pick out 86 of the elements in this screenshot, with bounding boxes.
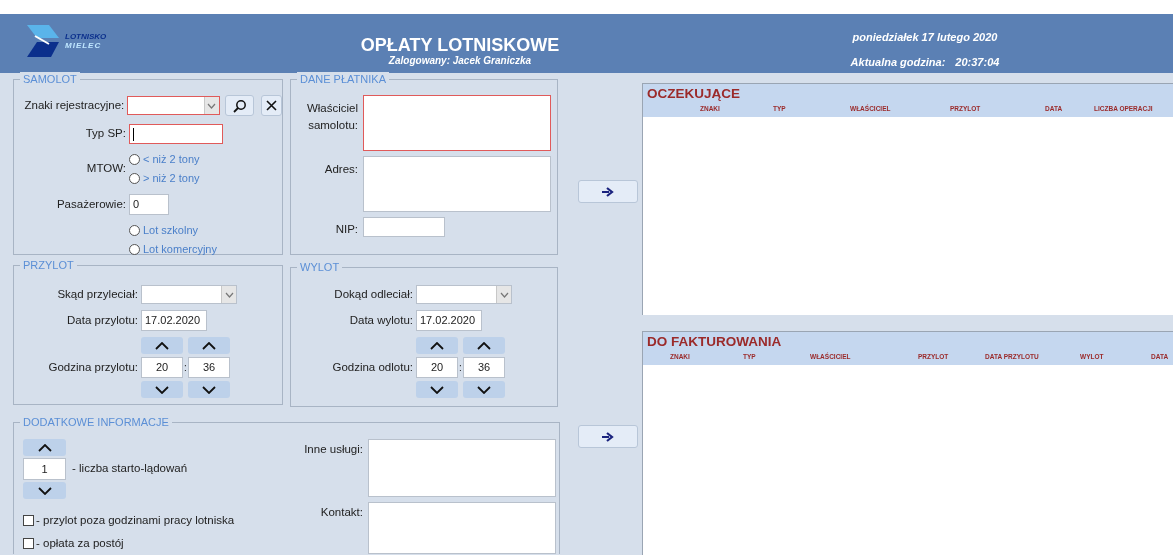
dropdown-field[interactable] bbox=[127, 96, 220, 115]
field-label: Kontakt: bbox=[319, 505, 363, 520]
field-label: Adres: bbox=[323, 162, 358, 177]
field-label: Godzina odlotu: bbox=[331, 359, 413, 375]
group-legend: DANE PŁATNIKA bbox=[297, 72, 389, 86]
chevron-down-button[interactable] bbox=[188, 381, 230, 398]
arrow-right-icon bbox=[602, 186, 614, 197]
arrow-button[interactable] bbox=[578, 180, 638, 203]
close-icon bbox=[266, 100, 278, 111]
field-label: Typ SP: bbox=[84, 126, 126, 142]
field-label: Godzina przylotu: bbox=[47, 359, 138, 375]
chevron-up-icon bbox=[477, 341, 491, 350]
field-label: NIP: bbox=[334, 222, 358, 237]
field-label: Inne usługi: bbox=[303, 442, 363, 457]
logged-in-user: Zalogowany: Jacek Graniczka bbox=[388, 55, 532, 67]
page-title: OPŁATY LOTNISKOWE bbox=[360, 35, 560, 55]
group-legend: DODATKOWE INFORMACJE bbox=[20, 415, 172, 429]
time-separator: : bbox=[183, 362, 188, 373]
field-label: Właściciel samolotu: bbox=[305, 101, 358, 133]
chevron-down-icon bbox=[477, 385, 491, 394]
field-label: Data wylotu: bbox=[348, 312, 413, 328]
logo-icon bbox=[25, 24, 61, 58]
input-field[interactable]: 0 bbox=[129, 194, 169, 215]
time-label: Aktualna godzina: bbox=[850, 54, 946, 70]
dropdown-field[interactable] bbox=[416, 285, 512, 304]
hour-field[interactable]: 20 bbox=[141, 357, 183, 378]
chevron-up-icon bbox=[155, 341, 169, 350]
checkbox-label[interactable]: - opłata za postój bbox=[36, 535, 124, 553]
chevron-up-button[interactable] bbox=[188, 337, 230, 354]
chevron-up-button[interactable] bbox=[141, 337, 183, 354]
chevron-down-icon bbox=[37, 486, 52, 495]
current-date: poniedziałek 17 lutego 2020 bbox=[852, 30, 998, 45]
radio-button[interactable] bbox=[129, 225, 140, 236]
chevron-down-icon bbox=[207, 102, 217, 109]
time-separator: : bbox=[458, 362, 463, 373]
input-field[interactable] bbox=[129, 124, 223, 144]
count-field[interactable]: 1 bbox=[23, 458, 66, 480]
chevron-down-button[interactable] bbox=[23, 482, 66, 499]
minute-field[interactable]: 36 bbox=[463, 357, 505, 378]
chevron-down-icon bbox=[224, 291, 234, 298]
current-time: 20:37:04 bbox=[955, 54, 1000, 70]
field-label: - liczba starto-lądowań bbox=[72, 461, 188, 477]
search-icon bbox=[232, 98, 247, 113]
hour-field[interactable]: 20 bbox=[416, 357, 458, 378]
field-label: MTOW: bbox=[85, 161, 126, 177]
field-label: Data przylotu: bbox=[66, 312, 138, 328]
minute-field[interactable]: 36 bbox=[188, 357, 230, 378]
radio-button[interactable] bbox=[129, 173, 140, 184]
checkbox[interactable] bbox=[23, 538, 34, 550]
chevron-down-button[interactable] bbox=[463, 381, 505, 398]
chevron-down-icon bbox=[155, 385, 169, 394]
search-button[interactable] bbox=[224, 95, 255, 116]
group-legend: SAMOLOT bbox=[20, 72, 80, 86]
logo-text: LOTNISKO bbox=[65, 32, 107, 41]
input-field[interactable] bbox=[363, 217, 445, 237]
checkbox-label[interactable]: - przylot poza godzinami pracy lotniska bbox=[36, 512, 235, 530]
chevron-down-icon bbox=[202, 385, 216, 394]
arrow-right-icon bbox=[602, 431, 614, 442]
chevron-up-button[interactable] bbox=[23, 439, 66, 456]
panel-title: OCZEKUJĄCE bbox=[647, 85, 741, 103]
radio-button[interactable] bbox=[129, 154, 140, 165]
radio-button[interactable] bbox=[129, 244, 140, 255]
panel-title: DO FAKTUROWANIA bbox=[647, 333, 783, 351]
logo-text: MIELEC bbox=[65, 41, 103, 50]
chevron-down-button[interactable] bbox=[141, 381, 183, 398]
chevron-down-icon bbox=[499, 291, 509, 298]
clear-button[interactable] bbox=[261, 95, 282, 116]
date-field[interactable]: 17.02.2020 bbox=[141, 310, 207, 331]
chevron-down-icon bbox=[430, 385, 444, 394]
group-legend: PRZYLOT bbox=[20, 258, 77, 272]
group-legend: WYLOT bbox=[297, 260, 343, 274]
chevron-up-button[interactable] bbox=[416, 337, 458, 354]
arrow-button[interactable] bbox=[578, 425, 638, 448]
dropdown-field[interactable] bbox=[141, 285, 237, 304]
field-label: Znaki rejestracyjne: bbox=[23, 97, 125, 113]
field-label: Dokąd odleciał: bbox=[333, 286, 413, 302]
chevron-up-icon bbox=[202, 341, 216, 350]
chevron-up-button[interactable] bbox=[463, 337, 505, 354]
chevron-up-icon bbox=[37, 443, 52, 452]
chevron-down-button[interactable] bbox=[416, 381, 458, 398]
chevron-up-icon bbox=[430, 341, 444, 350]
field-label: Skąd przyleciał: bbox=[56, 286, 138, 302]
text-area[interactable] bbox=[363, 95, 551, 151]
date-field[interactable]: 17.02.2020 bbox=[416, 310, 482, 331]
field-label: Pasażerowie: bbox=[55, 196, 126, 212]
checkbox[interactable] bbox=[23, 515, 34, 527]
